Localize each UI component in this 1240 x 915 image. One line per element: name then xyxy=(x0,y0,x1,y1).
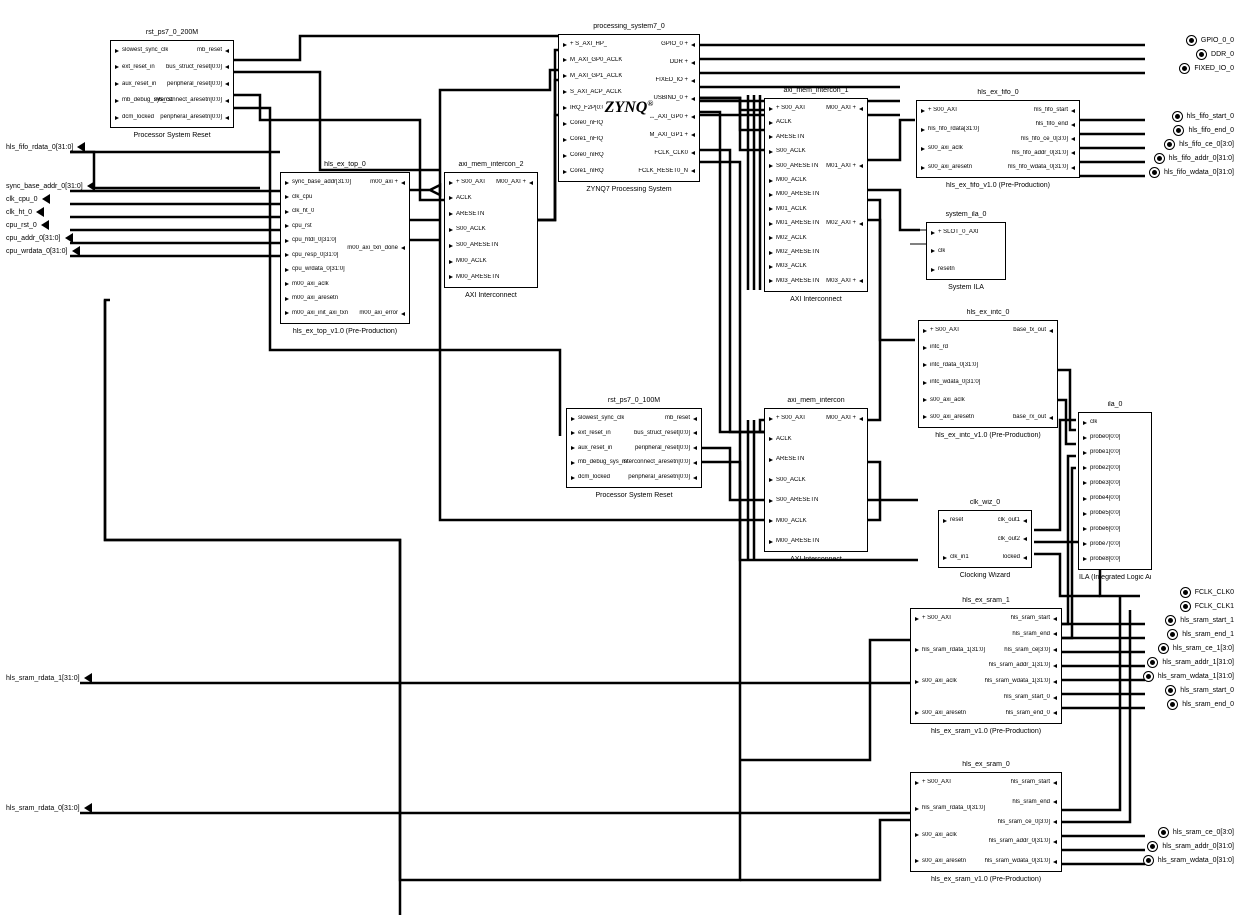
external-port-label: hls_fifo_addr_0[31:0] xyxy=(1169,155,1234,162)
port-ring-icon xyxy=(1147,657,1158,668)
external-port: hls_fifo_start_0 xyxy=(1172,111,1234,122)
external-port-label: hls_sram_addr_1[31:0] xyxy=(1162,659,1234,666)
external-port: hls_sram_start_0 xyxy=(1165,685,1234,696)
port-ring-icon xyxy=(1154,153,1165,164)
external-port: hls_sram_end_1 xyxy=(1167,629,1234,640)
external-port: hls_sram_end_0 xyxy=(1167,699,1234,710)
port-ring-icon xyxy=(1143,855,1154,866)
external-port-label: hls_sram_wdata_1[31:0] xyxy=(1158,673,1234,680)
external-port: hls_sram_wdata_0[31:0] xyxy=(1143,855,1234,866)
external-port-label: hls_sram_start_1 xyxy=(1180,617,1234,624)
external-port: hls_fifo_addr_0[31:0] xyxy=(1154,153,1234,164)
port-ring-icon xyxy=(1149,167,1160,178)
external-port-label: hls_sram_end_0 xyxy=(1182,701,1234,708)
port-ring-icon xyxy=(1165,615,1176,626)
port-ring-icon xyxy=(1167,629,1178,640)
external-port-label: hls_sram_wdata_0[31:0] xyxy=(1158,857,1234,864)
external-port-label: GPIO_0_0 xyxy=(1201,37,1234,44)
external-port: FIXED_IO_0 xyxy=(1179,63,1234,74)
external-port-label: hls_sram_ce_1[3:0] xyxy=(1173,645,1234,652)
external-port: GPIO_0_0 xyxy=(1186,35,1234,46)
port-ring-icon xyxy=(1158,643,1169,654)
port-ring-icon xyxy=(1180,587,1191,598)
external-port-label: FCLK_CLK1 xyxy=(1195,603,1234,610)
external-port: FCLK_CLK0 xyxy=(1180,587,1234,598)
external-port: hls_sram_ce_1[3:0] xyxy=(1158,643,1234,654)
port-ring-icon xyxy=(1165,685,1176,696)
external-port-label: DDR_0 xyxy=(1211,51,1234,58)
port-ring-icon xyxy=(1186,35,1197,46)
port-ring-icon xyxy=(1143,671,1154,682)
port-ring-icon xyxy=(1147,841,1158,852)
port-ring-icon xyxy=(1164,139,1175,150)
external-port-label: hls_sram_addr_0[31:0] xyxy=(1162,843,1234,850)
external-port: hls_fifo_wdata_0[31:0] xyxy=(1149,167,1234,178)
external-port: hls_fifo_ce_0[3:0] xyxy=(1164,139,1234,150)
external-port-label: hls_fifo_start_0 xyxy=(1187,113,1234,120)
external-port: hls_fifo_end_0 xyxy=(1173,125,1234,136)
port-ring-icon xyxy=(1158,827,1169,838)
external-port-label: hls_sram_start_0 xyxy=(1180,687,1234,694)
port-ring-icon xyxy=(1179,63,1190,74)
external-port: hls_sram_addr_1[31:0] xyxy=(1147,657,1234,668)
external-port: hls_sram_addr_0[31:0] xyxy=(1147,841,1234,852)
port-ring-icon xyxy=(1173,125,1184,136)
external-port-label: hls_fifo_end_0 xyxy=(1188,127,1234,134)
external-port-label: FIXED_IO_0 xyxy=(1194,65,1234,72)
external-port-label: FCLK_CLK0 xyxy=(1195,589,1234,596)
external-port-label: hls_fifo_wdata_0[31:0] xyxy=(1164,169,1234,176)
external-port: DDR_0 xyxy=(1196,49,1234,60)
external-port: hls_sram_ce_0[3:0] xyxy=(1158,827,1234,838)
external-port: FCLK_CLK1 xyxy=(1180,601,1234,612)
external-port-label: hls_sram_ce_0[3:0] xyxy=(1173,829,1234,836)
block-diagram-canvas: rst_ps7_0_200M slowest_sync_clkext_reset… xyxy=(0,0,1240,915)
external-port: hls_sram_wdata_1[31:0] xyxy=(1143,671,1234,682)
port-ring-icon xyxy=(1167,699,1178,710)
port-ring-icon xyxy=(1196,49,1207,60)
external-port-label: hls_fifo_ce_0[3:0] xyxy=(1179,141,1234,148)
external-port: hls_sram_start_1 xyxy=(1165,615,1234,626)
port-ring-icon xyxy=(1172,111,1183,122)
external-ports-right: GPIO_0_0 DDR_0 FIXED_IO_0 hls_fifo_start_0h… xyxy=(0,0,1240,915)
external-port-label: hls_sram_end_1 xyxy=(1182,631,1234,638)
port-ring-icon xyxy=(1180,601,1191,612)
